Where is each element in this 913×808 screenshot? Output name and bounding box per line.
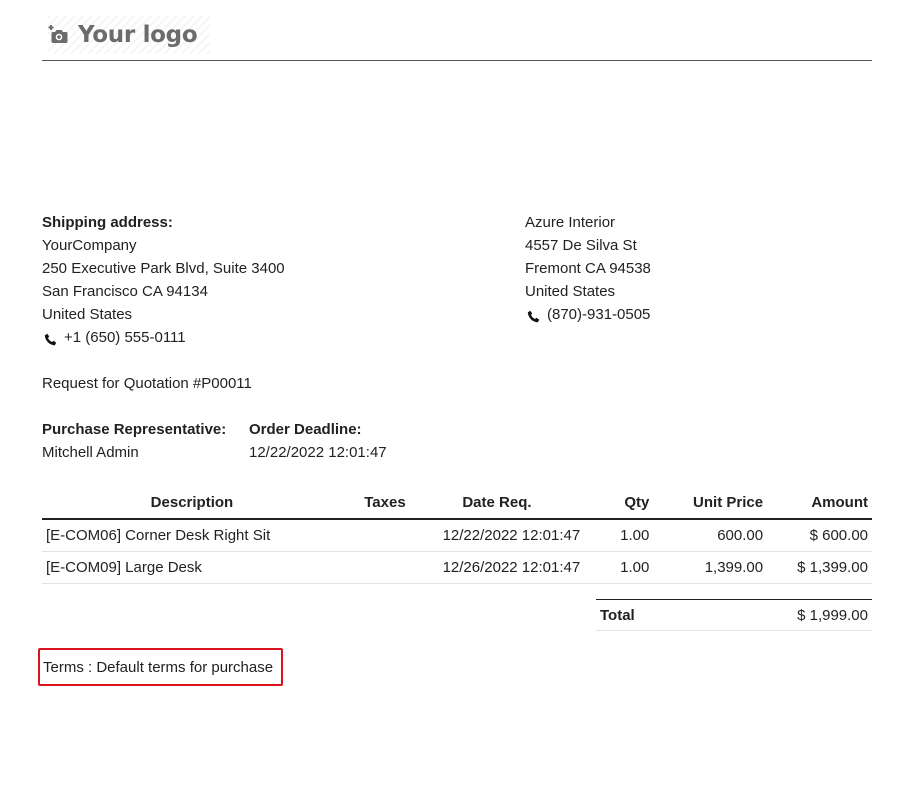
order-deadline-block: Order Deadline: 12/22/2022 12:01:47 bbox=[249, 418, 387, 464]
camera-add-icon bbox=[48, 24, 70, 46]
order-deadline-label: Order Deadline: bbox=[249, 421, 362, 438]
terms-text: Terms : Default terms for purchase bbox=[43, 658, 274, 676]
vendor-phone-line: (870)-931-0505 bbox=[525, 303, 651, 326]
shipping-phone: +1 (650) 555-0111 bbox=[64, 329, 186, 346]
shipping-company-name: YourCompany bbox=[42, 237, 137, 254]
vendor-phone: (870)-931-0505 bbox=[547, 306, 651, 323]
line-taxes bbox=[341, 551, 410, 584]
shipping-address: Shipping address: YourCompany 250 Execut… bbox=[42, 211, 285, 349]
total-label: Total bbox=[596, 599, 693, 631]
column-header-qty: Qty bbox=[584, 487, 654, 520]
line-description: [E-COM06] Corner Desk Right Sit bbox=[42, 519, 342, 552]
shipping-address-heading: Shipping address: bbox=[42, 214, 173, 231]
line-unit-price: 600.00 bbox=[653, 519, 768, 552]
table-row: [E-COM06] Corner Desk Right Sit 12/22/20… bbox=[42, 519, 872, 552]
column-header-amount: Amount bbox=[767, 487, 872, 520]
vendor-name: Azure Interior bbox=[525, 214, 616, 231]
column-header-taxes: Taxes bbox=[341, 487, 410, 520]
vendor-street: 4557 De Silva St bbox=[525, 237, 637, 254]
line-description: [E-COM09] Large Desk bbox=[42, 551, 342, 584]
shipping-street: 250 Executive Park Blvd, Suite 3400 bbox=[42, 260, 285, 277]
column-header-description: Description bbox=[42, 487, 342, 520]
phone-icon bbox=[44, 331, 58, 345]
line-date-req: 12/26/2022 12:01:47 bbox=[409, 551, 585, 584]
quotation-page: Your logo Shipping address: YourCompany … bbox=[38, 0, 872, 808]
total-value: $ 1,999.00 bbox=[692, 599, 872, 631]
column-header-date-req: Date Req. bbox=[409, 487, 585, 520]
shipping-city: San Francisco CA 94134 bbox=[42, 283, 208, 300]
shipping-phone-line: +1 (650) 555-0111 bbox=[42, 326, 285, 349]
terms-note: Terms : Default terms for purchase bbox=[38, 648, 283, 686]
logo-text: Your logo bbox=[78, 22, 198, 48]
company-logo: Your logo bbox=[48, 16, 210, 54]
vendor-address: Azure Interior 4557 De Silva St Fremont … bbox=[525, 211, 651, 326]
document-title: Request for Quotation #P00011 bbox=[42, 375, 252, 392]
purchase-representative-value: Mitchell Admin bbox=[42, 444, 139, 461]
column-header-unit-price: Unit Price bbox=[653, 487, 768, 520]
order-deadline-value: 12/22/2022 12:01:47 bbox=[249, 444, 387, 461]
line-date-req: 12/22/2022 12:01:47 bbox=[409, 519, 585, 552]
totals-table: Total $ 1,999.00 bbox=[596, 599, 872, 631]
table-header-row: Description Taxes Date Req. Qty Unit Pri… bbox=[42, 487, 872, 520]
vendor-city: Fremont CA 94538 bbox=[525, 260, 651, 277]
line-taxes bbox=[341, 519, 410, 552]
line-amount: $ 600.00 bbox=[767, 519, 872, 552]
line-unit-price: 1,399.00 bbox=[653, 551, 768, 584]
vendor-country: United States bbox=[525, 283, 616, 300]
purchase-representative-label: Purchase Representative: bbox=[42, 421, 227, 438]
line-qty: 1.00 bbox=[584, 519, 654, 552]
line-qty: 1.00 bbox=[584, 551, 654, 584]
shipping-country: United States bbox=[42, 306, 133, 323]
report-header: Your logo bbox=[42, 12, 872, 61]
line-amount: $ 1,399.00 bbox=[767, 551, 872, 584]
total-row: Total $ 1,999.00 bbox=[596, 599, 872, 631]
phone-icon bbox=[527, 308, 541, 322]
purchase-representative-block: Purchase Representative: Mitchell Admin bbox=[42, 418, 226, 464]
table-row: [E-COM09] Large Desk 12/26/2022 12:01:47… bbox=[42, 551, 872, 584]
order-lines-table: Description Taxes Date Req. Qty Unit Pri… bbox=[42, 487, 872, 584]
